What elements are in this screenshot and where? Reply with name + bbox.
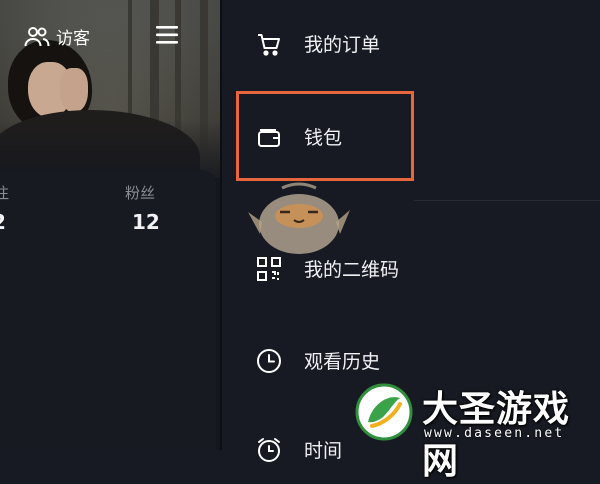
menu-item-label: 观看历史: [304, 351, 381, 373]
menu-separator: [414, 200, 600, 201]
following-count[interactable]: 2: [0, 210, 6, 234]
menu-item-qr-code[interactable]: 我的二维码: [256, 255, 399, 282]
menu-item-label: 我的订单: [304, 34, 381, 56]
visitor-label: 访客: [56, 29, 90, 49]
menu-item-orders[interactable]: 我的订单: [256, 30, 380, 57]
followers-count[interactable]: 12: [132, 210, 160, 234]
stats-card: [0, 170, 216, 450]
panel-divider: [220, 0, 222, 450]
followers-label: 粉丝: [125, 184, 156, 202]
brand-logo-icon: [355, 383, 413, 441]
highlight-box: [236, 91, 414, 181]
cart-icon: [258, 33, 280, 56]
menu-item-watch-history[interactable]: 观看历史: [256, 347, 380, 374]
menu-item-label: 我的二维码: [304, 259, 400, 281]
brand-url: www.daseen.net: [424, 426, 565, 441]
brand-watermark: 大圣游戏网 www.daseen.net: [350, 376, 600, 482]
profile-panel: 访客 注 2 粉丝 12: [0, 0, 220, 450]
users-icon: [24, 26, 50, 46]
clock-icon: [257, 348, 281, 373]
hamburger-menu-icon[interactable]: [155, 24, 179, 46]
following-label: 注: [0, 184, 10, 202]
visitor-button[interactable]: 访客: [24, 24, 90, 49]
mascot-watermark-icon: [248, 182, 350, 254]
qr-code-icon: [257, 256, 281, 281]
